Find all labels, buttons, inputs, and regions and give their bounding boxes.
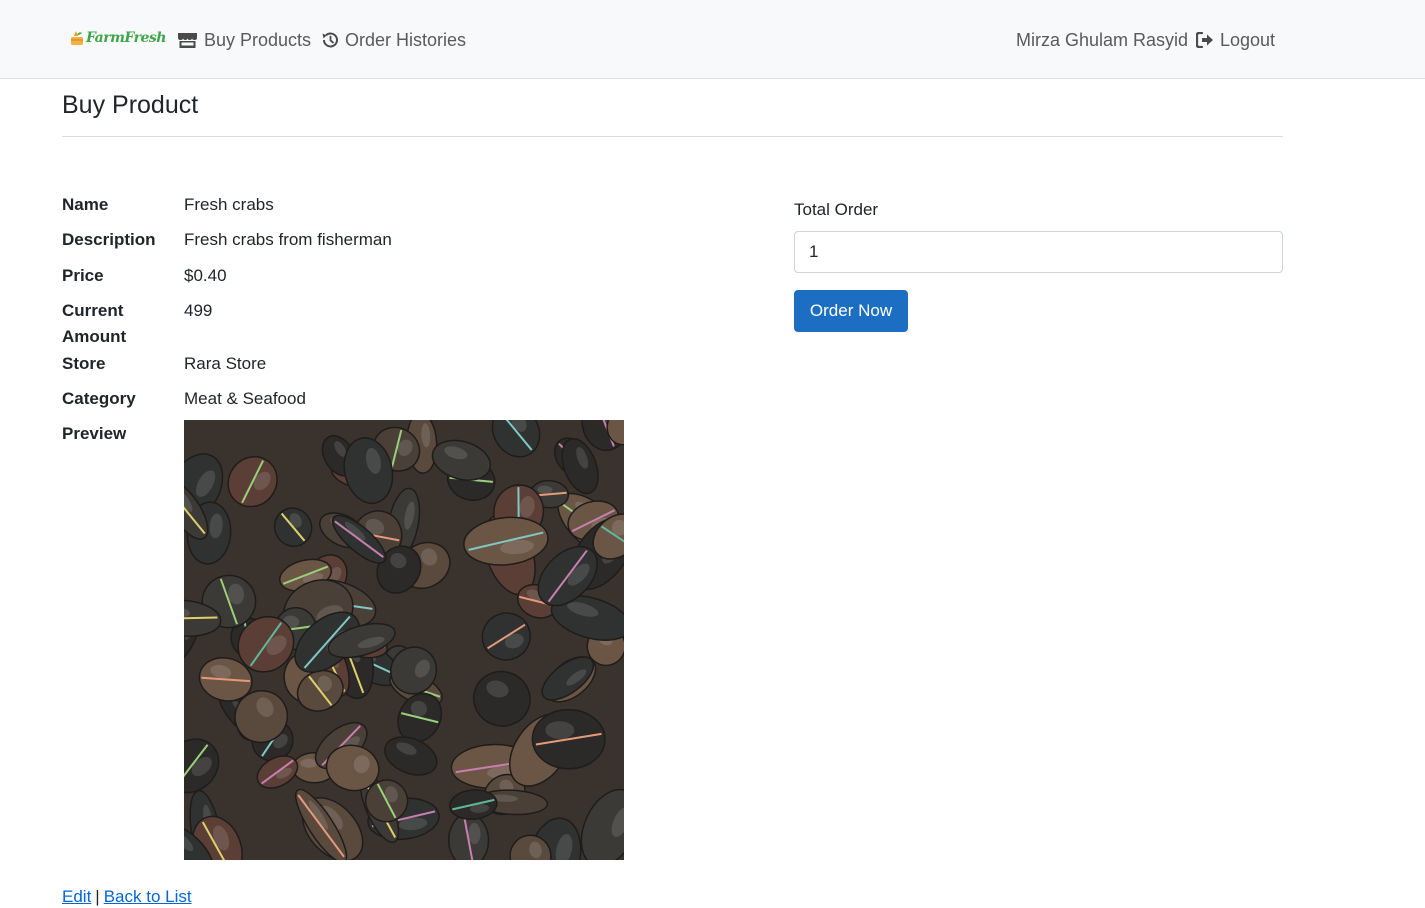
edit-link[interactable]: Edit [62, 887, 91, 906]
description-value: Fresh crabs from fisherman [184, 230, 392, 249]
product-preview-image [184, 420, 624, 860]
crabs-photo [184, 420, 624, 860]
store-icon [177, 32, 198, 49]
user-name: Mirza Ghulam Rasyid [1016, 29, 1189, 50]
footer-links: Edit | Back to List [62, 886, 192, 908]
preview-label: Preview [62, 424, 127, 443]
current-amount-label-line1: Current [62, 301, 124, 320]
category-label: Category [62, 389, 136, 408]
description-label: Description [62, 230, 156, 249]
nav-buy-products[interactable]: Buy Products [177, 28, 311, 52]
category-value: Meat & Seafood [184, 389, 306, 408]
navbar: FarmFresh Buy Products Order Histories M… [0, 0, 1425, 79]
nav-order-histories-label: Order Histories [345, 29, 467, 50]
logout-icon [1196, 32, 1214, 48]
logout-label: Logout [1220, 29, 1276, 50]
price-value: $0.40 [184, 266, 227, 285]
brand-logo[interactable]: FarmFresh [70, 27, 166, 49]
current-amount-value: 499 [184, 301, 213, 320]
nav-order-histories[interactable]: Order Histories [321, 28, 466, 52]
price-label: Price [62, 266, 104, 285]
link-separator: | [95, 887, 100, 906]
total-order-label: Total Order [794, 200, 879, 219]
name-value: Fresh crabs [184, 195, 274, 214]
divider [62, 136, 1283, 137]
basket-icon [70, 30, 84, 46]
name-label: Name [62, 195, 109, 214]
store-label: Store [62, 354, 106, 373]
total-order-input[interactable] [794, 231, 1283, 273]
store-value: Rara Store [184, 354, 267, 373]
logout-link[interactable]: Logout [1196, 28, 1275, 52]
back-to-list-link[interactable]: Back to List [104, 887, 192, 906]
nav-buy-products-label: Buy Products [204, 29, 312, 50]
history-icon [321, 31, 339, 49]
current-amount-label-line2: Amount [62, 327, 127, 346]
brand-text: FarmFresh [86, 30, 166, 46]
order-now-button[interactable]: Order Now [794, 290, 908, 332]
user-name-link[interactable]: Mirza Ghulam Rasyid [1016, 28, 1188, 52]
page-title: Buy Product [62, 91, 199, 119]
